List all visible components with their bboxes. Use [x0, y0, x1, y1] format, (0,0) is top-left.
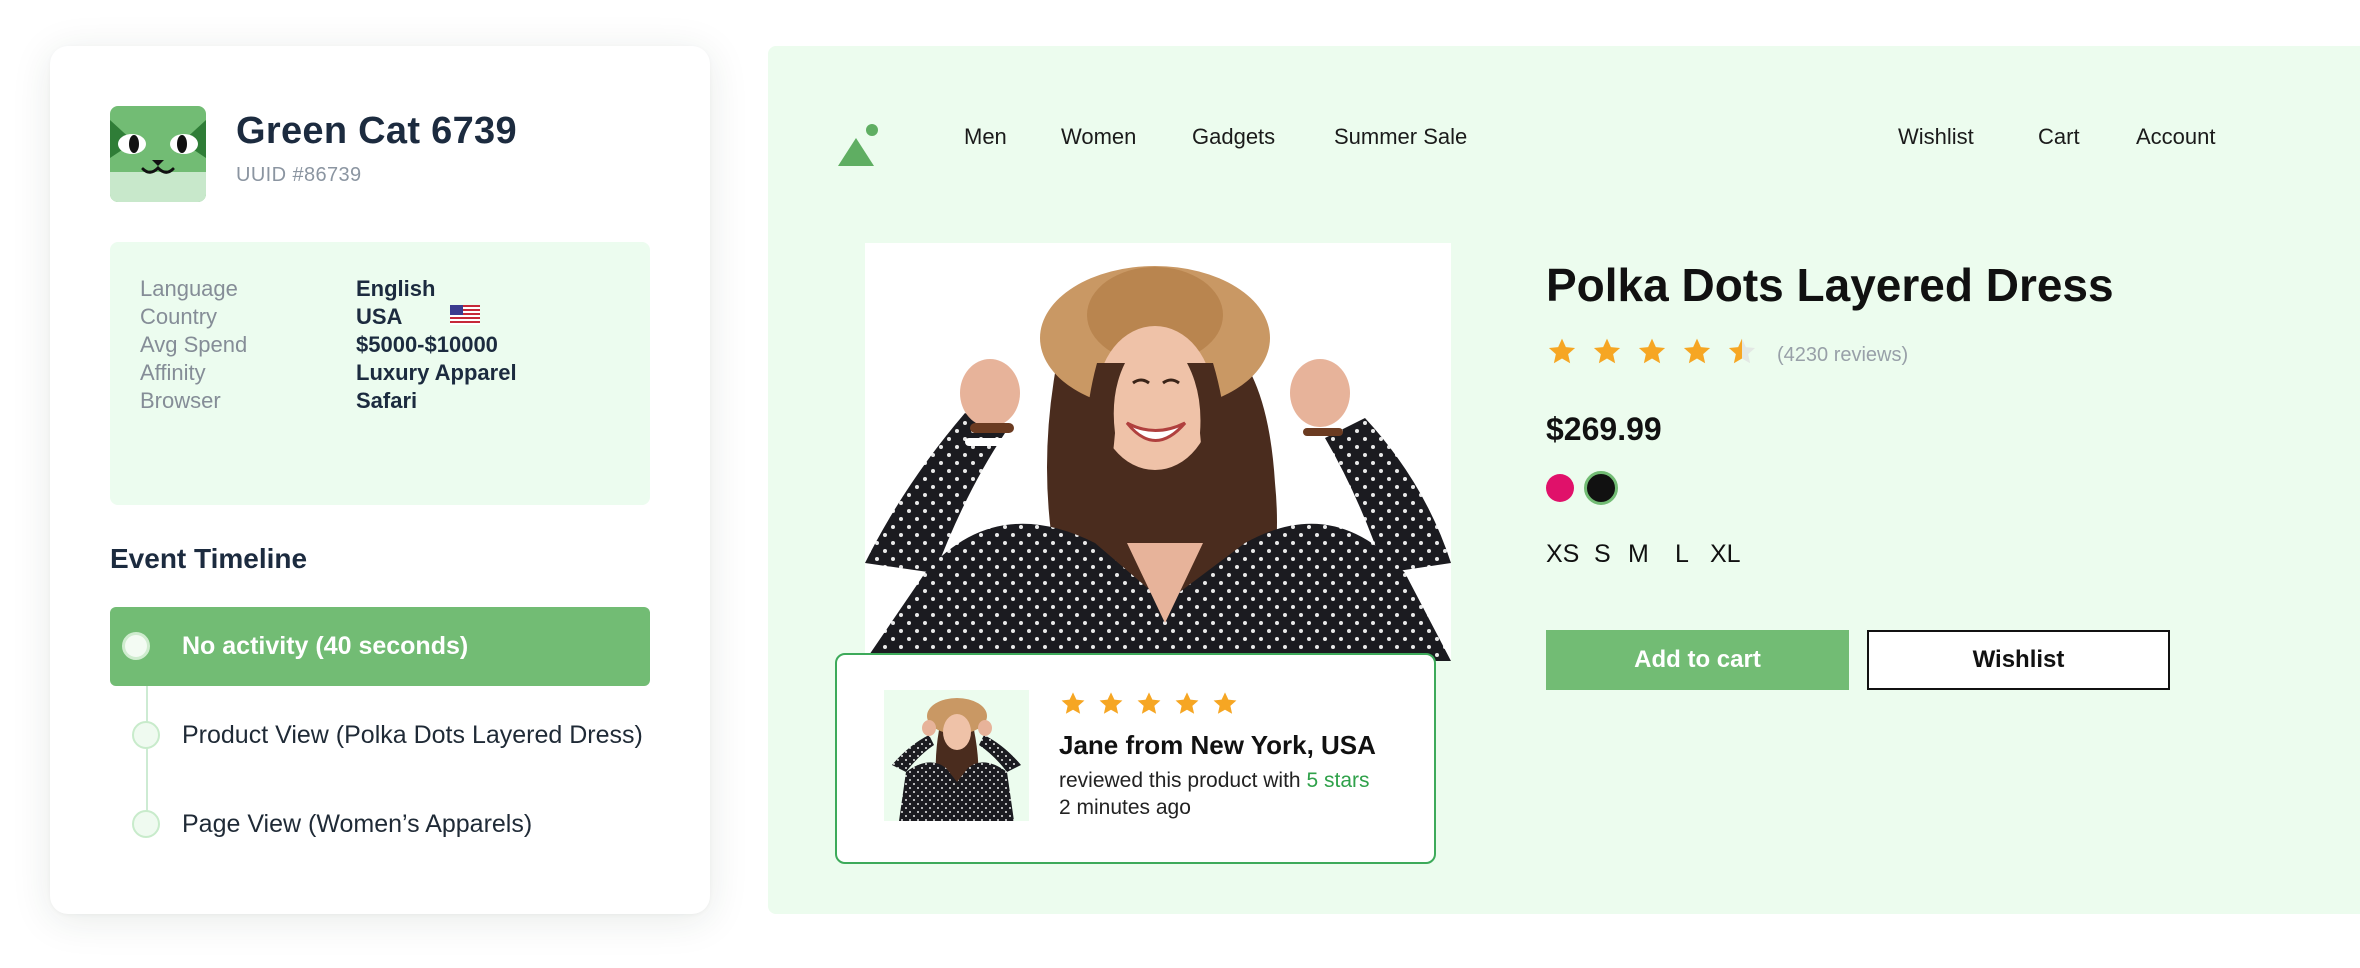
timeline-dot-icon: [122, 632, 150, 660]
nav-summer-sale[interactable]: Summer Sale: [1334, 124, 1467, 150]
reviewer-photo: [884, 690, 1029, 821]
nav-wishlist[interactable]: Wishlist: [1898, 124, 1974, 150]
nav-cart[interactable]: Cart: [2038, 124, 2080, 150]
star-icon: [1099, 692, 1123, 714]
nav-account[interactable]: Account: [2136, 124, 2216, 150]
nav-women[interactable]: Women: [1061, 124, 1136, 150]
review-text-prefix: reviewed this product with: [1059, 769, 1301, 792]
reviews-count[interactable]: (4230 reviews): [1777, 344, 1908, 367]
attribute-key: Avg Spend: [140, 332, 248, 357]
nav-men[interactable]: Men: [964, 124, 1007, 150]
size-xs[interactable]: XS: [1546, 540, 1579, 569]
attribute-key: Browser: [140, 388, 221, 413]
star-icon: [1137, 692, 1161, 714]
star-icon: [1061, 692, 1085, 714]
reviewer-name: Jane from New York, USA: [1059, 730, 1376, 760]
nav-gadgets[interactable]: Gadgets: [1192, 124, 1275, 150]
star-icon: [1175, 692, 1199, 714]
cat-avatar-icon: [110, 106, 206, 202]
attribute-key: Country: [140, 304, 218, 329]
visitor-attributes: Language English Country USA Avg Spend $…: [110, 242, 650, 505]
attribute-value: $5000-$10000: [356, 332, 498, 357]
size-m[interactable]: M: [1628, 540, 1649, 569]
color-swatch-black-selected[interactable]: [1584, 471, 1618, 505]
attribute-value: USA: [356, 304, 403, 329]
us-flag-icon: [450, 305, 480, 325]
attribute-key: Affinity: [140, 360, 206, 385]
review-timestamp: 2 minutes ago: [1059, 796, 1191, 819]
timeline-dot-icon: [132, 721, 160, 749]
attribute-value: Luxury Apparel: [356, 360, 517, 385]
star-icon: [1593, 338, 1621, 364]
attribute-key: Language: [140, 276, 238, 301]
size-l[interactable]: L: [1675, 540, 1689, 569]
timeline-event-label: Product View (Polka Dots Layered Dress): [182, 721, 643, 749]
timeline-dot-icon: [132, 810, 160, 838]
brand-logo-icon[interactable]: [836, 122, 882, 168]
attribute-row-browser: Browser Safari: [140, 388, 620, 430]
star-icon: [1548, 338, 1576, 364]
review-text: reviewed this product with 5 stars: [1059, 769, 1370, 793]
attribute-value: Safari: [356, 388, 418, 413]
wishlist-button[interactable]: Wishlist: [1867, 630, 2170, 690]
size-s[interactable]: S: [1594, 540, 1611, 569]
review-notification: Jane from New York, USA reviewed this pr…: [835, 653, 1436, 864]
star-icon: [1638, 338, 1666, 364]
color-swatch-pink[interactable]: [1546, 474, 1574, 502]
attribute-value: English: [356, 276, 436, 301]
product-image[interactable]: [865, 243, 1451, 661]
visitor-uuid: UUID #86739: [236, 164, 362, 186]
timeline-event-label: Page View (Women’s Apparels): [182, 810, 533, 838]
product-price: $269.99: [1546, 411, 1662, 447]
star-icon: [1683, 338, 1711, 364]
timeline-event-label: No activity (40 seconds): [182, 632, 469, 660]
visitor-profile-card: Green Cat 6739 UUID #86739 Language Engl…: [50, 46, 710, 914]
event-timeline-title: Event Timeline: [110, 543, 308, 574]
size-xl[interactable]: XL: [1710, 540, 1741, 569]
visitor-name: Green Cat 6739: [236, 110, 517, 152]
product-title: Polka Dots Layered Dress: [1546, 259, 2114, 311]
half-star-icon: [1728, 338, 1756, 364]
review-rating-highlight: 5 stars: [1306, 769, 1370, 792]
add-to-cart-button[interactable]: Add to cart: [1546, 630, 1849, 690]
star-icon: [1213, 692, 1237, 714]
